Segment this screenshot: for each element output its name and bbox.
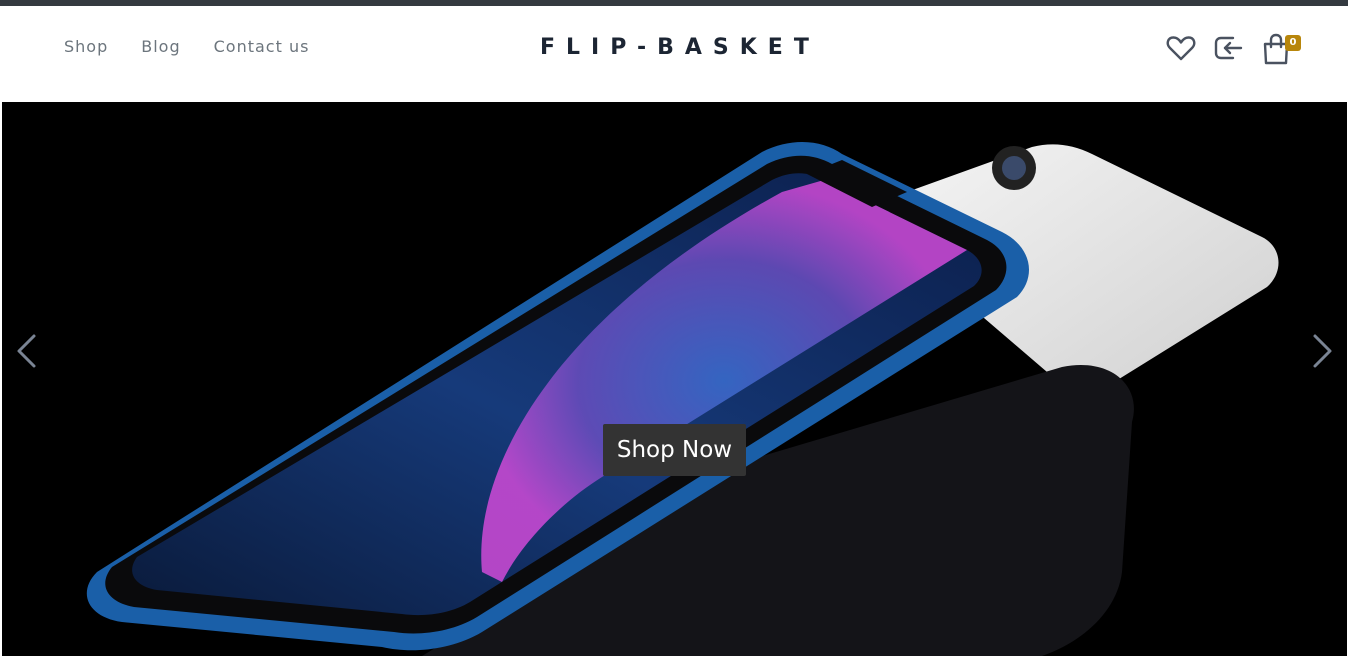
cart-count-badge: 0	[1285, 35, 1301, 51]
nav-links: Shop Blog Contact us	[64, 37, 342, 56]
hero-product-image	[86, 142, 1279, 656]
chevron-left-icon[interactable]	[14, 332, 38, 374]
brand-logo[interactable]: FLIP-BASKET	[540, 35, 809, 60]
nav-link-shop[interactable]: Shop	[64, 37, 108, 56]
login-icon[interactable]	[1213, 34, 1245, 62]
hero-carousel	[2, 102, 1347, 656]
shop-now-button[interactable]: Shop Now	[603, 424, 746, 476]
navbar: Shop Blog Contact us FLIP-BASKET	[0, 6, 1348, 102]
nav-link-blog[interactable]: Blog	[141, 37, 180, 56]
nav-link-contact[interactable]: Contact us	[214, 37, 310, 56]
chevron-right-icon[interactable]	[1311, 332, 1335, 374]
heart-icon[interactable]	[1166, 34, 1196, 62]
